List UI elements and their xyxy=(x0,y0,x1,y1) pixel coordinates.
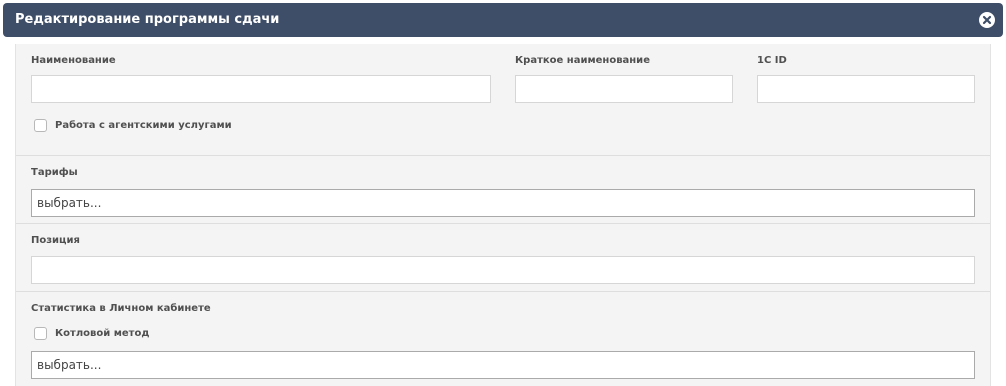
section-divider xyxy=(16,155,990,156)
position-input[interactable] xyxy=(31,256,975,284)
name-input[interactable] xyxy=(31,75,491,103)
name-label: Наименование xyxy=(31,55,116,66)
boiler-method-checkbox[interactable] xyxy=(34,327,47,340)
id-1c-input[interactable] xyxy=(757,75,975,103)
short-name-input[interactable] xyxy=(515,75,733,103)
statistics-label: Статистика в Личном кабинете xyxy=(31,303,211,314)
section-divider xyxy=(16,291,990,292)
section-divider xyxy=(16,223,990,224)
short-name-label: Краткое наименование xyxy=(515,55,650,66)
id-1c-label: 1C ID xyxy=(757,55,787,66)
statistics-select[interactable]: выбрать... xyxy=(31,351,975,379)
modal-header: Редактирование программы сдачи xyxy=(3,3,1003,37)
tariffs-label: Тарифы xyxy=(31,167,78,178)
edit-program-modal: Редактирование программы сдачи Наименова… xyxy=(0,0,1006,386)
agent-services-checkbox[interactable] xyxy=(34,119,47,132)
tariffs-select[interactable]: выбрать... xyxy=(31,189,975,217)
close-icon[interactable] xyxy=(979,12,995,28)
modal-body: Наименование Краткое наименование 1C ID … xyxy=(15,44,991,386)
agent-services-label: Работа с агентскими услугами xyxy=(55,120,232,131)
modal-title: Редактирование программы сдачи xyxy=(15,12,280,27)
boiler-method-label: Котловой метод xyxy=(55,328,150,339)
position-label: Позиция xyxy=(31,235,80,246)
